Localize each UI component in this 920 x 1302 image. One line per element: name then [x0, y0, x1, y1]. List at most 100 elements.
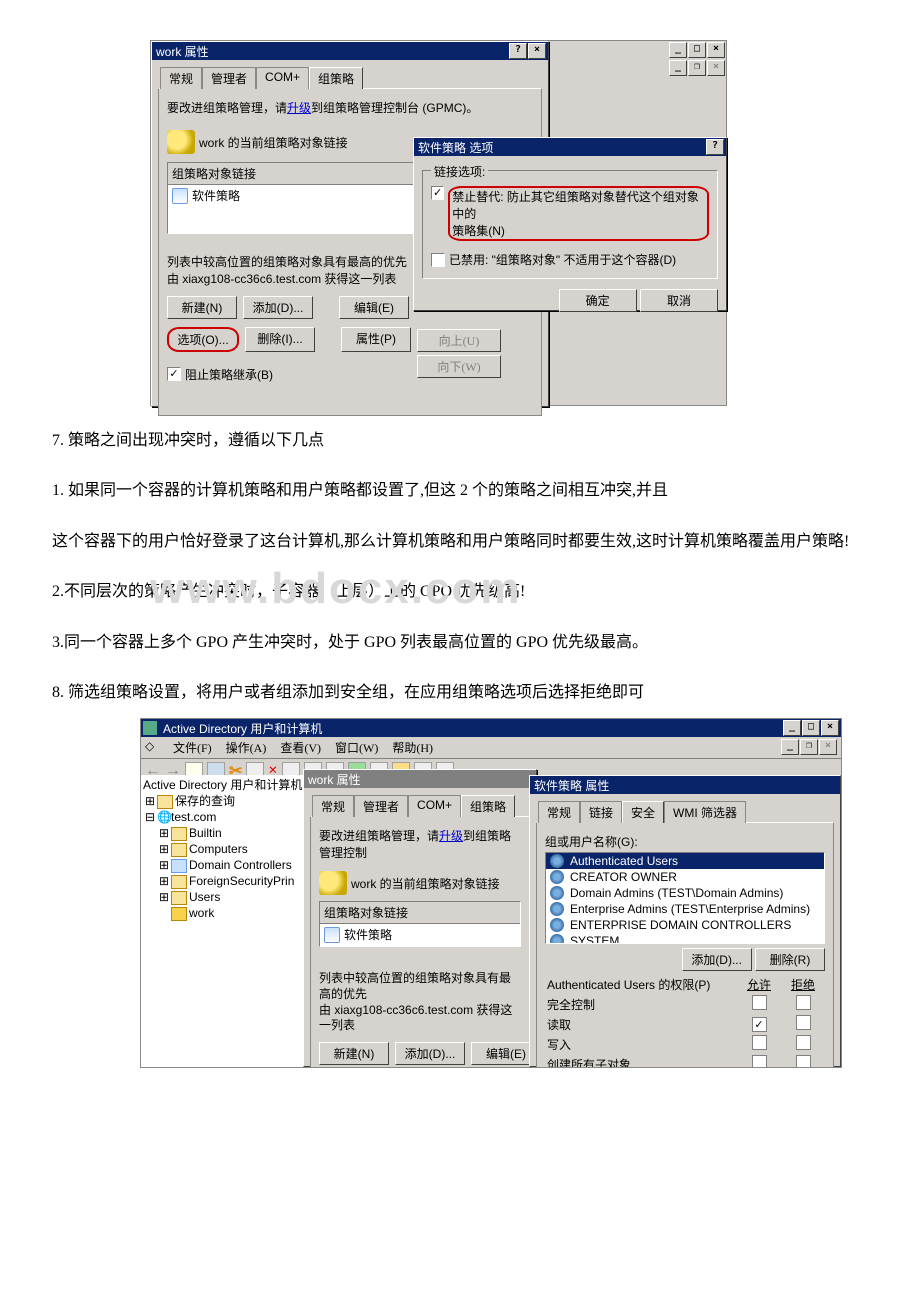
properties-button[interactable]: 属性(P) — [341, 327, 411, 352]
sec-title: 软件策略 属性 — [532, 777, 838, 794]
tree-computers[interactable]: Computers — [189, 842, 248, 856]
add-button-2[interactable]: 添加(D)... — [395, 1042, 465, 1065]
aduc-app-icon — [143, 721, 157, 735]
menu-file[interactable]: 文件(F) — [173, 739, 212, 756]
user-icon — [550, 918, 564, 932]
allow-checkbox[interactable] — [752, 1035, 767, 1050]
upgrade-link-2[interactable]: 升级 — [439, 829, 463, 843]
para-2: 2.不同层次的策略产生冲突时，子容器（上层）上的 GPO 优先级高! — [20, 577, 900, 607]
allow-checkbox[interactable] — [752, 995, 767, 1010]
deny-checkbox[interactable] — [796, 995, 811, 1010]
sec-titlebar: 软件策略 属性 — [530, 776, 840, 794]
group-users-list[interactable]: Authenticated Users CREATOR OWNER Domain… — [545, 852, 825, 944]
sec-remove-button[interactable]: 删除(R) — [755, 948, 825, 971]
user-icon — [550, 854, 564, 868]
table-row: 读取✓ — [545, 1014, 825, 1034]
gpo-icon-2 — [319, 871, 347, 895]
new-button-2[interactable]: 新建(N) — [319, 1042, 389, 1065]
table-row: 完全控制 — [545, 994, 825, 1014]
tab-managedby-2[interactable]: 管理者 — [354, 795, 408, 817]
dialog-title: work 属性 — [154, 43, 509, 60]
sec-add-button[interactable]: 添加(D)... — [682, 948, 752, 971]
deny-checkbox[interactable] — [796, 1055, 811, 1068]
gpo-item-2[interactable]: 软件策略 — [320, 924, 520, 945]
user-icon — [550, 902, 564, 916]
bg-max-icon: □ — [688, 42, 706, 58]
para-1b: 这个容器下的用户恰好登录了这台计算机,那么计算机策略和用户策略同时都要生效,这时… — [20, 527, 900, 557]
gpo-item-label: 软件策略 — [192, 187, 240, 204]
list-item[interactable]: Domain Admins (TEST\Domain Admins) — [546, 885, 824, 901]
bg-close-icon: × — [707, 42, 725, 58]
deny-checkbox[interactable] — [796, 1035, 811, 1050]
policy-icon — [172, 188, 188, 204]
edit-button[interactable]: 编辑(E) — [339, 296, 409, 319]
cancel-button[interactable]: 取消 — [640, 289, 718, 312]
upgrade-text-prefix: 要改进组策略管理，请 — [167, 101, 287, 115]
screenshot-work-properties: _ □ × _ ❐ × work 属性 ? × 常规 管理者 COM+ 组策略 — [150, 40, 727, 406]
tab-general[interactable]: 常规 — [160, 67, 202, 89]
tree-root[interactable]: Active Directory 用户和计算机 — [143, 778, 302, 792]
tree-fsp[interactable]: ForeignSecurityPrin — [189, 874, 294, 888]
allow-checkbox[interactable]: ✓ — [752, 1017, 767, 1032]
aduc-min-icon[interactable]: _ — [783, 720, 801, 736]
mdi-restore-icon[interactable]: ❐ — [800, 739, 818, 755]
tab-general-2[interactable]: 常规 — [312, 795, 354, 817]
tree-work[interactable]: work — [189, 906, 214, 920]
add-button[interactable]: 添加(D)... — [243, 296, 313, 319]
user-icon — [550, 886, 564, 900]
delete-button[interactable]: 删除(I)... — [245, 327, 315, 352]
tabs: 常规 管理者 COM+ 组策略 — [160, 66, 544, 88]
sec-tab-links[interactable]: 链接 — [580, 801, 622, 823]
deny-checkbox[interactable] — [796, 1015, 811, 1030]
close-icon[interactable]: × — [528, 43, 546, 59]
block-inherit-checkbox[interactable]: ✓ 阻止策略继承(B) — [167, 366, 273, 383]
list-item[interactable]: Enterprise Admins (TEST\Enterprise Admin… — [546, 901, 824, 917]
aduc-titlebar: Active Directory 用户和计算机 _ □ × — [141, 719, 841, 737]
menu-window[interactable]: 窗口(W) — [335, 739, 378, 756]
options-help-icon[interactable]: ? — [706, 139, 724, 155]
tree-domain[interactable]: test.com — [171, 810, 216, 824]
policy-options-dialog: 软件策略 选项 ? 链接选项: ✓ 禁止替代: 防止其它组策略对象替代这个组对象… — [413, 137, 727, 311]
list-item[interactable]: Authenticated Users — [546, 853, 824, 869]
mdi-close-icon[interactable]: × — [819, 739, 837, 755]
tree-builtin[interactable]: Builtin — [189, 826, 222, 840]
para-7: 7. 策略之间出现冲突时，遵循以下几点 — [20, 426, 900, 456]
policy-icon-2 — [324, 927, 340, 943]
table-row: 创建所有子对象 — [545, 1054, 825, 1068]
list-item[interactable]: CREATOR OWNER — [546, 869, 824, 885]
new-button[interactable]: 新建(N) — [167, 296, 237, 319]
tab-complus[interactable]: COM+ — [256, 67, 309, 89]
no-override-checkbox[interactable]: ✓ 禁止替代: 防止其它组策略对象替代这个组对象中的 策略集(N) — [431, 186, 709, 241]
allow-checkbox[interactable] — [752, 1055, 767, 1068]
options-button[interactable]: 选项(O)... — [167, 327, 239, 352]
gpo-link-header: work 的当前组策略对象链接 — [199, 134, 348, 151]
tab-gpo-2[interactable]: 组策略 — [461, 795, 515, 817]
aduc-max-icon[interactable]: □ — [802, 720, 820, 736]
work-properties-dialog-2: work 属性 常规 管理者 COM+ 组策略 要改进组策略管理，请升级到组策略… — [303, 769, 537, 1067]
tab-managedby[interactable]: 管理者 — [202, 67, 256, 89]
tree-dc[interactable]: Domain Controllers — [189, 858, 292, 872]
tree-saved-queries[interactable]: 保存的查询 — [175, 794, 235, 808]
work2-title: work 属性 — [306, 771, 534, 788]
aduc-tree[interactable]: Active Directory 用户和计算机 ⊞保存的查询 ⊟🌐test.co… — [141, 775, 306, 1067]
up-button: 向上(U) — [417, 329, 501, 352]
tab-gpo[interactable]: 组策略 — [309, 67, 363, 89]
upgrade-link[interactable]: 升级 — [287, 101, 311, 115]
ok-button[interactable]: 确定 — [559, 289, 637, 312]
mdi-min-icon[interactable]: _ — [781, 739, 799, 755]
menu-help[interactable]: 帮助(H) — [392, 739, 433, 756]
down-button: 向下(W) — [417, 355, 501, 378]
help-icon[interactable]: ? — [509, 43, 527, 59]
tab-complus-2[interactable]: COM+ — [408, 795, 461, 817]
list-item[interactable]: SYSTEM — [546, 933, 824, 944]
sec-tab-general[interactable]: 常规 — [538, 801, 580, 823]
sec-tab-security[interactable]: 安全 — [622, 801, 664, 823]
disabled-checkbox[interactable]: 已禁用: "组策略对象" 不适用于这个容器(D) — [431, 251, 676, 268]
menu-action[interactable]: 操作(A) — [226, 739, 267, 756]
menu-view[interactable]: 查看(V) — [280, 739, 321, 756]
sec-tab-wmi[interactable]: WMI 筛选器 — [664, 801, 746, 823]
list-item[interactable]: ENTERPRISE DOMAIN CONTROLLERS — [546, 917, 824, 933]
tree-users[interactable]: Users — [189, 890, 220, 904]
aduc-close-icon[interactable]: × — [821, 720, 839, 736]
bg-min-icon: _ — [669, 42, 687, 58]
